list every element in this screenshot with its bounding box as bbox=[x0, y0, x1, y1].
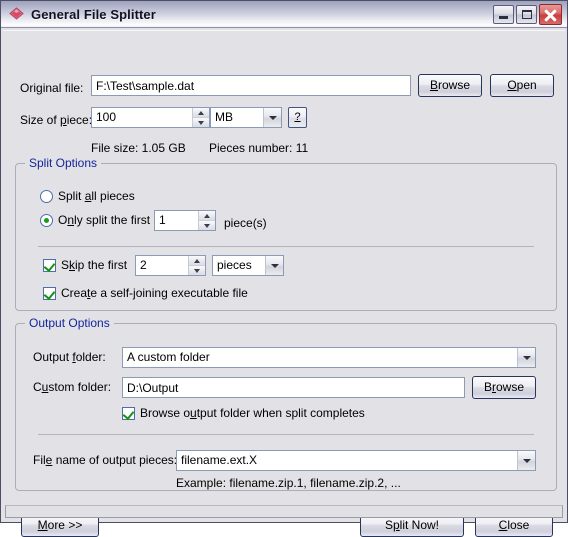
checkbox-skip-first-label: Skip the first bbox=[61, 258, 128, 272]
radio-indicator-all[interactable] bbox=[40, 189, 53, 203]
client-area: Original file: Browse Open Size of piece… bbox=[3, 30, 565, 537]
checkbox-browse-on-complete[interactable]: Browse output folder when split complete… bbox=[122, 406, 365, 420]
stepper-down-icon[interactable] bbox=[189, 265, 205, 275]
window-title: General File Splitter bbox=[31, 6, 156, 22]
chevron-down-icon[interactable] bbox=[517, 451, 535, 470]
maximize-button[interactable] bbox=[516, 4, 537, 24]
checkbox-self-joining[interactable]: Create a self-joining executable file bbox=[43, 286, 248, 300]
output-folder-select[interactable]: A custom folder bbox=[122, 347, 536, 368]
output-options-group: Output Options Output folder: A custom f… bbox=[15, 316, 557, 491]
first-count-value[interactable]: 1 bbox=[155, 211, 198, 230]
open-button[interactable]: Open bbox=[490, 74, 554, 97]
split-options-group: Split Options Split all pieces Only spli… bbox=[15, 156, 557, 311]
split-options-divider bbox=[38, 246, 534, 247]
radio-only-split-first[interactable]: Only split the first bbox=[40, 213, 150, 227]
diamond-app-icon bbox=[8, 6, 25, 23]
checkbox-indicator-browse-complete[interactable] bbox=[122, 406, 135, 420]
custom-folder-input[interactable] bbox=[122, 377, 465, 398]
radio-split-all-pieces[interactable]: Split all pieces bbox=[40, 189, 135, 203]
filename-example-text: Example: filename.zip.1, filename.zip.2,… bbox=[176, 476, 401, 490]
status-bar bbox=[5, 505, 563, 518]
size-unit-value: MB bbox=[215, 110, 233, 124]
minimize-icon bbox=[499, 15, 508, 19]
split-options-title: Split Options bbox=[25, 156, 102, 170]
close-button[interactable] bbox=[539, 3, 562, 25]
output-options-title: Output Options bbox=[25, 316, 114, 330]
minimize-button[interactable] bbox=[493, 4, 514, 24]
checkbox-browse-on-complete-label: Browse output folder when split complete… bbox=[140, 406, 365, 420]
size-of-piece-label: Size of piece: bbox=[20, 113, 93, 127]
radio-indicator-first[interactable] bbox=[40, 213, 53, 227]
filename-label: File name of output pieces: bbox=[33, 453, 178, 467]
output-folder-label: Output folder: bbox=[33, 350, 106, 364]
checkbox-indicator-selfjoin[interactable] bbox=[43, 286, 56, 300]
browse-custom-folder-button[interactable]: Browse bbox=[472, 376, 536, 399]
stepper-up-icon[interactable] bbox=[199, 211, 215, 220]
output-folder-value: A custom folder bbox=[127, 350, 210, 364]
stepper-up-icon[interactable] bbox=[189, 256, 205, 265]
size-of-piece-stepper[interactable]: 100 bbox=[91, 107, 210, 128]
size-of-piece-value[interactable]: 100 bbox=[92, 108, 192, 127]
stepper-down-icon[interactable] bbox=[199, 220, 215, 230]
stepper-buttons bbox=[192, 108, 209, 127]
custom-folder-label: Custom folder: bbox=[33, 380, 112, 394]
checkbox-self-joining-label: Create a self-joining executable file bbox=[61, 286, 248, 300]
filename-pattern-value: filename.ext.X bbox=[181, 453, 258, 467]
chevron-down-icon[interactable] bbox=[265, 256, 283, 275]
window-controls bbox=[493, 3, 562, 25]
skip-stepper-buttons bbox=[188, 256, 205, 275]
checkbox-indicator-skip[interactable] bbox=[43, 258, 56, 272]
pieces-number-text: Pieces number: 11 bbox=[209, 141, 309, 155]
radio-only-split-first-label: Only split the first bbox=[58, 213, 151, 227]
skip-count-value[interactable]: 2 bbox=[136, 256, 188, 275]
skip-count-stepper[interactable]: 2 bbox=[135, 255, 206, 276]
filename-pattern-select[interactable]: filename.ext.X bbox=[176, 450, 536, 471]
title-bar[interactable]: General File Splitter bbox=[1, 1, 567, 28]
maximize-icon bbox=[522, 9, 532, 19]
chevron-down-icon[interactable] bbox=[263, 108, 281, 127]
first-count-stepper[interactable]: 1 bbox=[154, 210, 216, 231]
pieces-suffix-label: piece(s) bbox=[224, 216, 267, 230]
radio-split-all-label: Split all pieces bbox=[58, 189, 135, 203]
original-file-input[interactable] bbox=[91, 75, 411, 96]
skip-unit-value: pieces bbox=[217, 258, 252, 272]
original-file-label: Original file: bbox=[20, 81, 84, 95]
stepper-up-icon[interactable] bbox=[193, 108, 209, 117]
help-button[interactable]: ? bbox=[288, 107, 307, 128]
app-window: General File Splitter Original file: Bro… bbox=[0, 0, 568, 537]
chevron-down-icon[interactable] bbox=[517, 348, 535, 367]
browse-original-button[interactable]: Browse bbox=[418, 74, 482, 97]
first-count-stepper-buttons bbox=[198, 211, 215, 230]
size-unit-select[interactable]: MB bbox=[210, 107, 282, 128]
stepper-down-icon[interactable] bbox=[193, 117, 209, 127]
output-options-divider bbox=[38, 434, 534, 435]
skip-unit-select[interactable]: pieces bbox=[212, 255, 284, 276]
checkbox-skip-first[interactable]: Skip the first bbox=[43, 258, 127, 272]
file-size-text: File size: 1.05 GB bbox=[91, 141, 186, 155]
